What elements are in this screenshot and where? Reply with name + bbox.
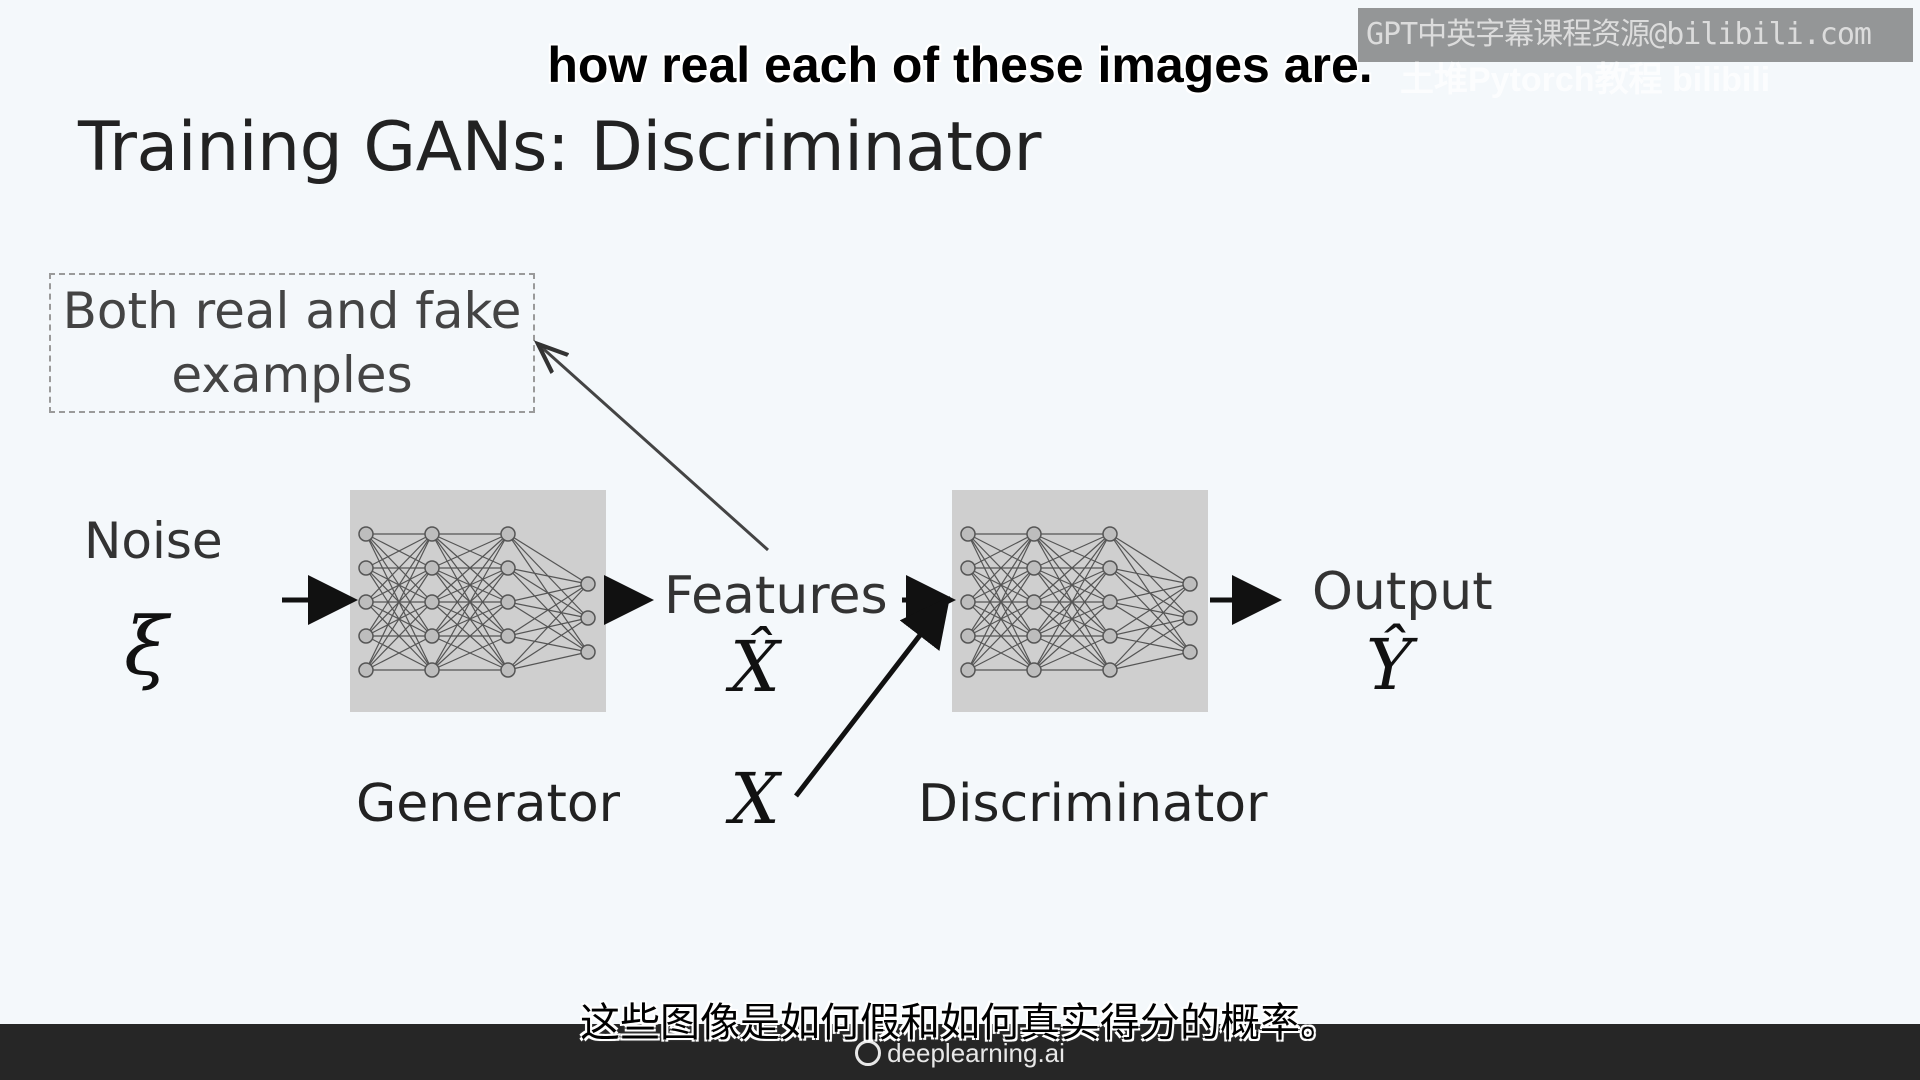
slide: Training GANs: Discriminator Both real a… [0, 0, 1920, 1024]
flow-arrows [282, 0, 1282, 798]
chinese-subtitle: 这些图像是如何假和如何真实得分的概率。 [580, 1001, 1340, 1045]
real-to-discriminator-arrow [794, 596, 951, 798]
features-to-box-pointer [538, 344, 770, 552]
watermark-secondary: 土堆Pytorch教程 bilibili [1400, 61, 1771, 99]
